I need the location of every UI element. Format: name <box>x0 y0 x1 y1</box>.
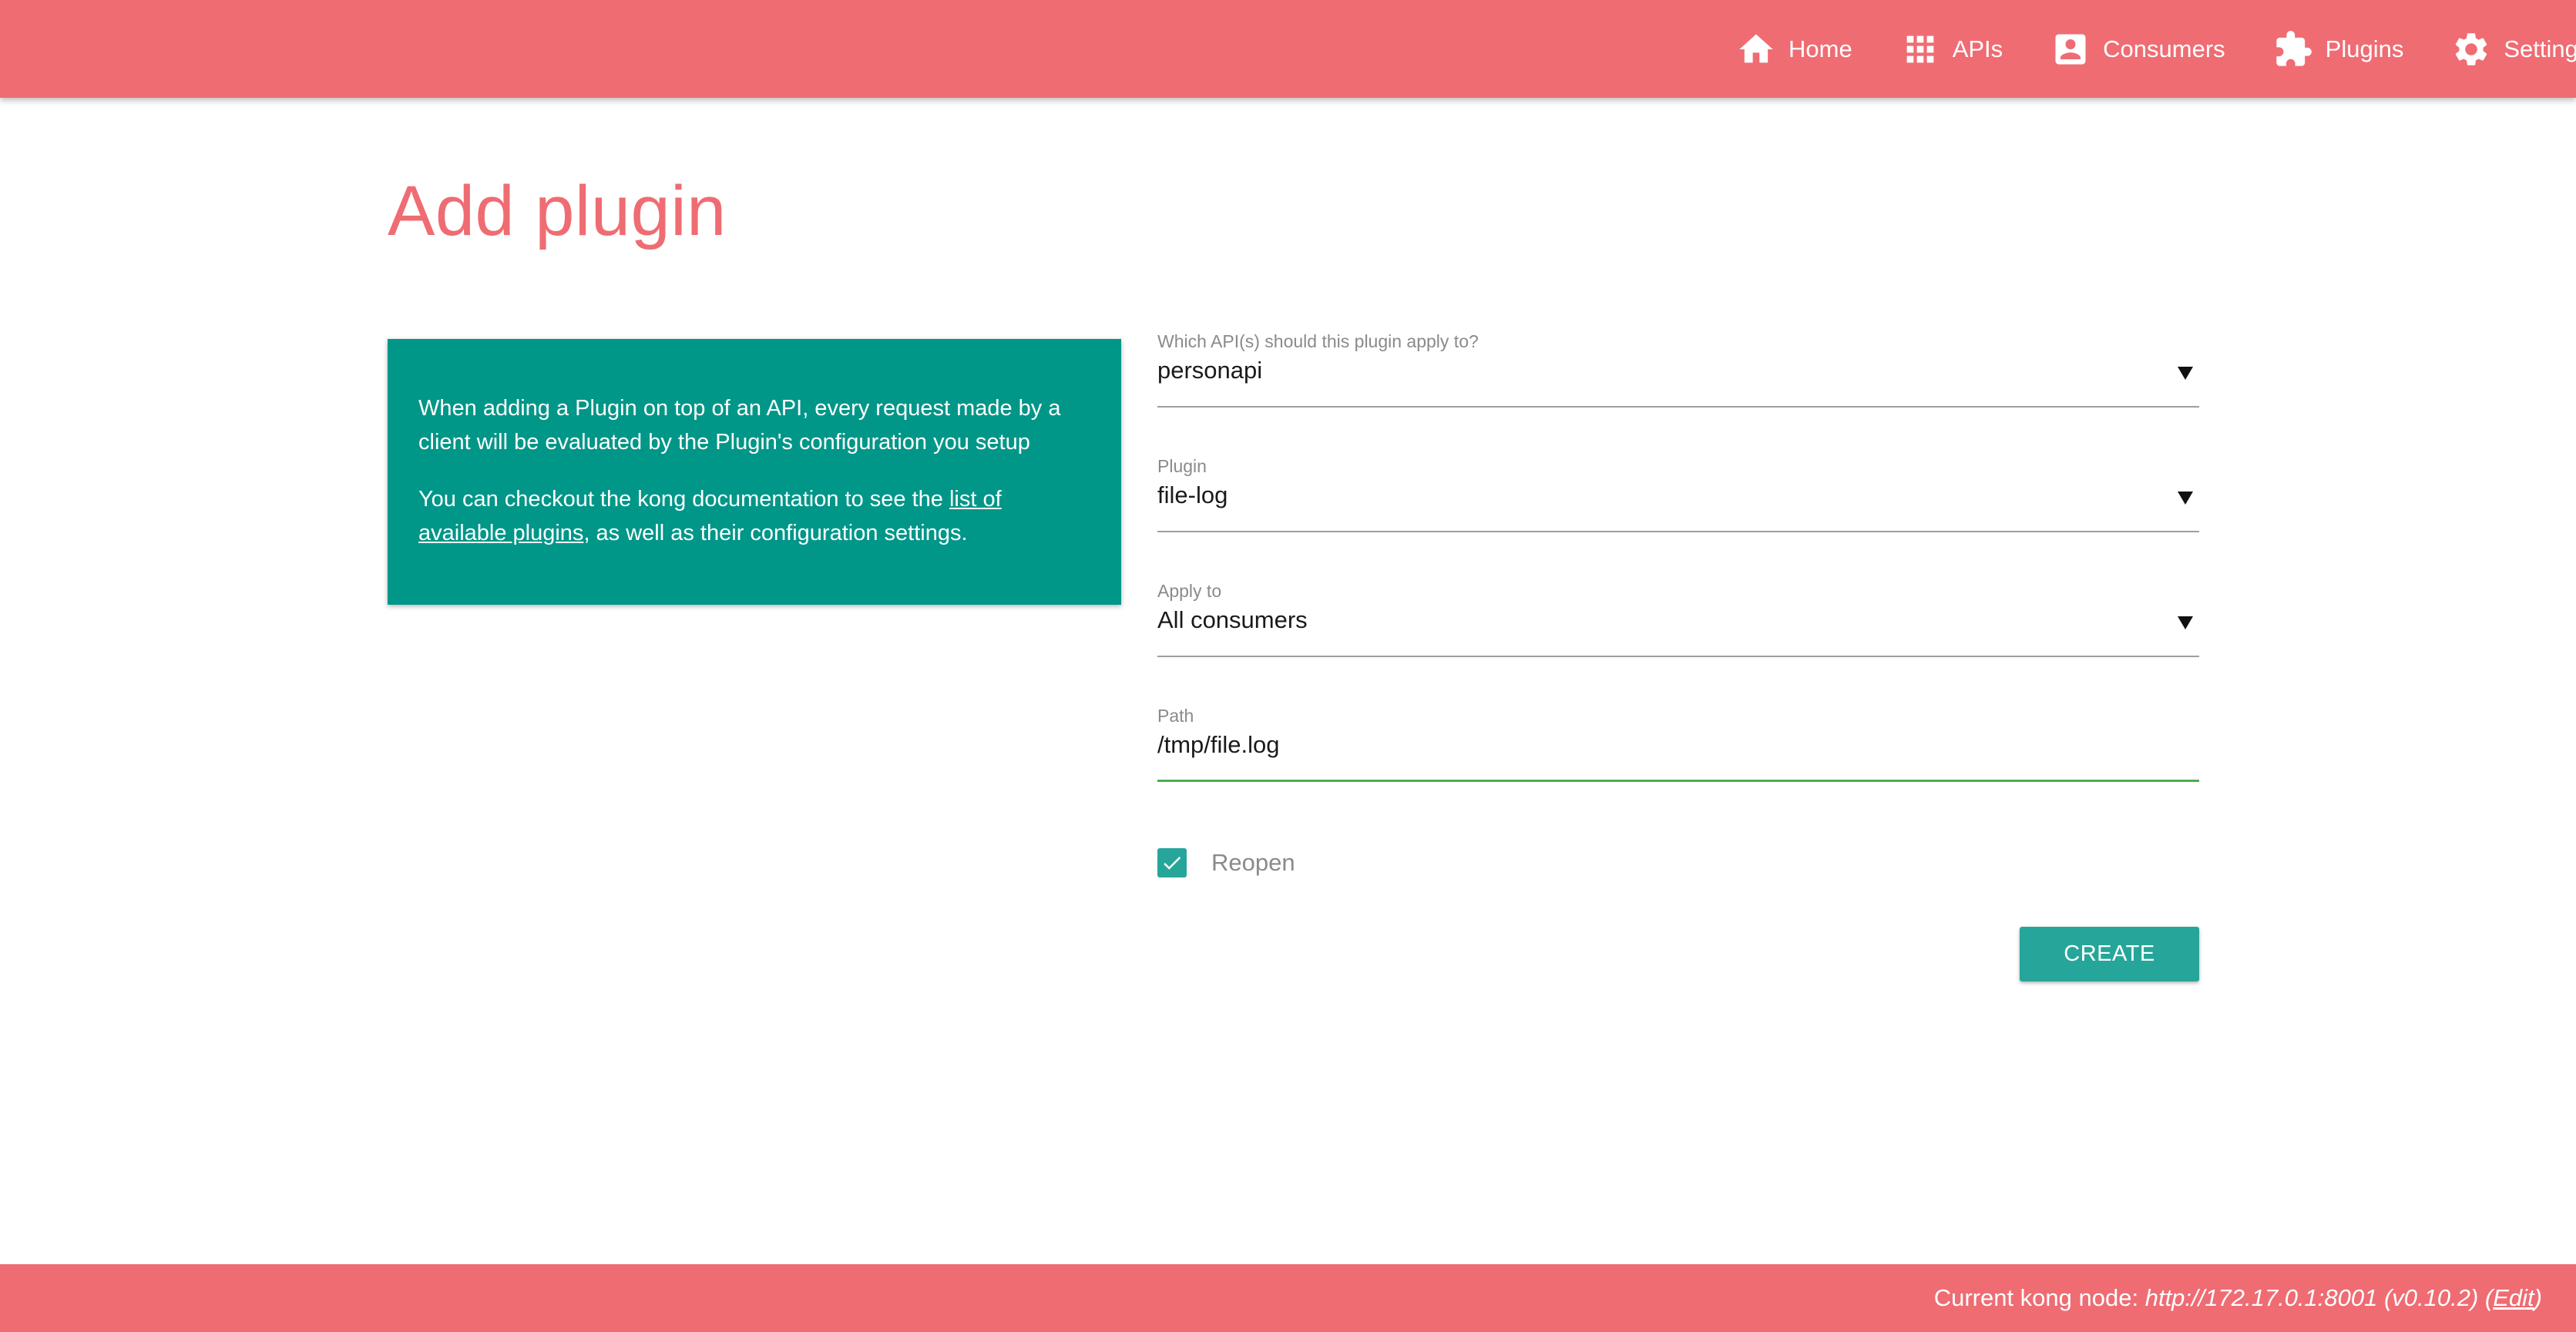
path-input-wrap <box>1157 731 2159 759</box>
api-dropdown-arrow-icon <box>2178 367 2193 380</box>
plugin-dropdown-arrow-icon <box>2178 492 2193 505</box>
kong-node-address: http://172.17.0.1:8001 (v0.10.2) <box>2144 1284 2479 1311</box>
info-paragraph-2: You can checkout the kong documentation … <box>418 482 1090 550</box>
api-select-value: personapi <box>1157 357 1263 384</box>
nav-apis[interactable]: APIs <box>1900 29 2003 69</box>
apply-to-dropdown-arrow-icon <box>2178 616 2193 629</box>
api-select-label: Which API(s) should this plugin apply to… <box>1157 331 1479 351</box>
reopen-checkbox-label: Reopen <box>1211 849 1295 876</box>
edit-close-paren: ) <box>2534 1284 2542 1311</box>
plugin-info-card: When adding a Plugin on top of an API, e… <box>388 339 1121 605</box>
reopen-checkbox-row[interactable]: Reopen <box>1157 848 1295 877</box>
path-input-row <box>1157 726 2199 782</box>
info-paragraph-2-start: You can checkout the kong documentation … <box>418 487 949 512</box>
api-select[interactable]: personapi <box>1157 352 2199 408</box>
reopen-checkbox[interactable] <box>1157 848 1187 877</box>
nav-plugins-label: Plugins <box>2325 35 2404 62</box>
account-box-icon <box>2055 34 2086 64</box>
apply-to-select[interactable]: All consumers <box>1157 602 2199 657</box>
kong-node-prefix: Current kong node: <box>1933 1284 2145 1311</box>
edit-open-paren: ( <box>2478 1284 2494 1311</box>
nav-settings[interactable]: Settings <box>2451 29 2576 69</box>
path-field: Path <box>1157 706 2199 782</box>
info-paragraph-1: When adding a Plugin on top of an API, e… <box>418 396 1061 455</box>
nav-settings-label: Settings <box>2504 35 2576 62</box>
home-icon <box>1739 34 1773 62</box>
api-select-field: Which API(s) should this plugin apply to… <box>1157 331 2199 408</box>
create-button[interactable]: CREATE <box>2020 927 2199 981</box>
nav-plugins[interactable]: Plugins <box>2273 29 2404 69</box>
apply-to-select-field: Apply to All consumers <box>1157 581 2199 657</box>
top-navbar: Home APIs Consumers Plugins Settings <box>0 0 2576 98</box>
nav-home-label: Home <box>1788 35 1852 62</box>
apply-to-select-label: Apply to <box>1157 581 1222 601</box>
apply-to-select-value: All consumers <box>1157 606 1308 633</box>
plugin-select-value: file-log <box>1157 481 1228 508</box>
footer: Current kong node: http://172.17.0.1:800… <box>0 1264 2576 1332</box>
plugin-select[interactable]: file-log <box>1157 477 2199 532</box>
path-label: Path <box>1157 706 1194 726</box>
puzzle-icon <box>2276 30 2312 66</box>
nav-home[interactable]: Home <box>1736 29 1852 69</box>
nav-consumers[interactable]: Consumers <box>2050 29 2225 69</box>
nav-consumers-label: Consumers <box>2103 35 2225 62</box>
nav-apis-label: APIs <box>1952 35 2003 62</box>
gear-icon <box>2456 32 2487 65</box>
page-title: Add plugin <box>388 172 727 250</box>
edit-node-link[interactable]: Edit <box>2493 1284 2534 1311</box>
path-input[interactable] <box>1157 731 2159 759</box>
main-nav: Home APIs Consumers Plugins Settings <box>1736 0 2576 98</box>
kong-node-info: Current kong node: http://172.17.0.1:800… <box>1934 1264 2542 1332</box>
info-paragraph-2-end: , as well as their configuration setting… <box>583 521 968 545</box>
plugin-select-label: Plugin <box>1157 456 1207 476</box>
plugin-select-field: Plugin file-log <box>1157 456 2199 532</box>
grid-icon <box>1906 35 1934 62</box>
checkmark-icon <box>1164 856 1181 870</box>
